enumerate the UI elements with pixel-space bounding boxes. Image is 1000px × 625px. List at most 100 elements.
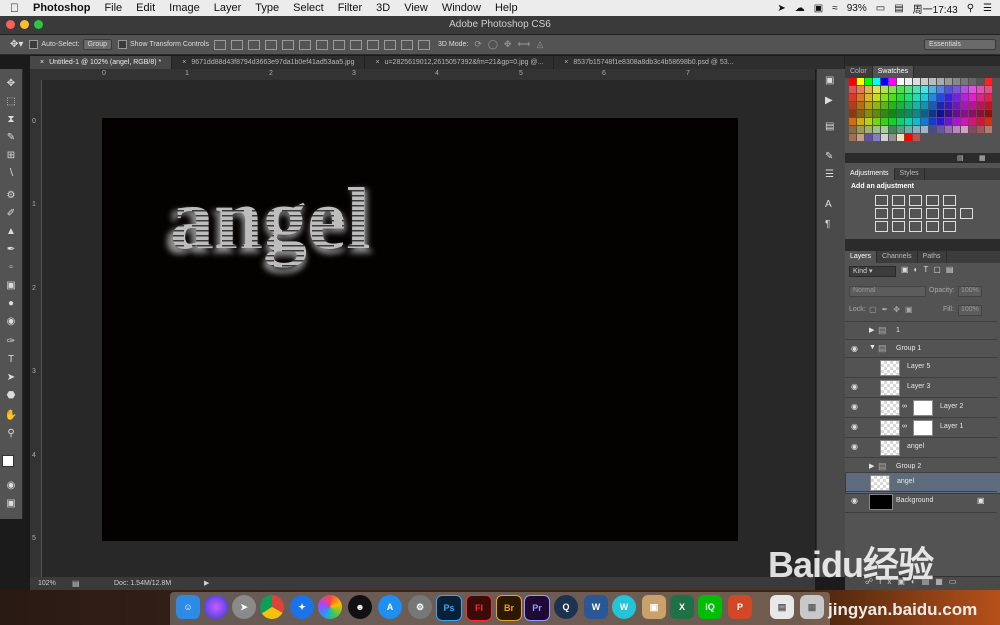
swatch[interactable]: [913, 102, 920, 109]
screen-mode-icon[interactable]: ▣: [3, 497, 19, 511]
menu-window[interactable]: Window: [435, 2, 488, 14]
swatch[interactable]: [929, 102, 936, 109]
close-tab-icon[interactable]: ×: [182, 59, 186, 66]
cloud-icon[interactable]: ☁: [795, 3, 805, 14]
swatch[interactable]: [969, 94, 976, 101]
swatch[interactable]: [881, 134, 888, 141]
tab-styles[interactable]: Styles: [895, 168, 925, 180]
hand-tool-icon[interactable]: ✋: [3, 409, 19, 423]
swatch[interactable]: [873, 78, 880, 85]
archive-icon[interactable]: ▣: [642, 595, 666, 619]
swatch[interactable]: [873, 102, 880, 109]
launchpad-icon[interactable]: ➤: [232, 595, 256, 619]
history-icon[interactable]: ▣: [825, 75, 834, 86]
swatch[interactable]: [961, 78, 968, 85]
distribute-right-icon[interactable]: [401, 39, 413, 50]
opacity-field[interactable]: 100%: [958, 286, 982, 297]
swatch[interactable]: [913, 110, 920, 117]
swatch[interactable]: [961, 102, 968, 109]
menu-image[interactable]: Image: [162, 2, 207, 14]
swatch[interactable]: [937, 94, 944, 101]
zoom-tool-icon[interactable]: ⚲: [3, 427, 19, 441]
swatch[interactable]: [897, 102, 904, 109]
swatch[interactable]: [913, 134, 920, 141]
siri-icon[interactable]: [204, 595, 228, 619]
vibrance-icon[interactable]: [943, 195, 956, 206]
color-balance-icon[interactable]: [892, 208, 905, 219]
swatch[interactable]: [953, 126, 960, 133]
menu-app-name[interactable]: Photoshop: [26, 2, 97, 14]
move-tool-icon[interactable]: ✥: [3, 77, 19, 91]
swatch[interactable]: [849, 86, 856, 93]
align-top-icon[interactable]: [214, 39, 226, 50]
swatch[interactable]: [929, 86, 936, 93]
document-tab[interactable]: × Untitled-1 @ 102% (angel, RGB/8) *: [30, 56, 173, 69]
brightness-icon[interactable]: [875, 195, 888, 206]
swatch[interactable]: [865, 118, 872, 125]
status-menu-arrow-icon[interactable]: ▶: [204, 579, 209, 587]
clone-stamp-tool-icon[interactable]: ▲: [3, 225, 19, 239]
layer-mask-thumbnail[interactable]: [913, 420, 933, 436]
visibility-icon[interactable]: ◉: [851, 383, 859, 391]
swatch[interactable]: [937, 118, 944, 125]
swatch[interactable]: [905, 126, 912, 133]
swatch[interactable]: [945, 102, 952, 109]
system-preferences-icon[interactable]: ⚙: [408, 595, 432, 619]
auto-align-icon[interactable]: [418, 39, 430, 50]
menu-3d[interactable]: 3D: [369, 2, 397, 14]
swatch[interactable]: [969, 126, 976, 133]
share-icon[interactable]: ▤: [72, 579, 80, 588]
quick-select-tool-icon[interactable]: ✎: [3, 131, 19, 145]
swatch[interactable]: [929, 126, 936, 133]
swatch[interactable]: [921, 110, 928, 117]
swatch[interactable]: [905, 134, 912, 141]
swatch[interactable]: [865, 86, 872, 93]
chrome-icon[interactable]: [260, 595, 284, 619]
fill-field[interactable]: 100%: [958, 305, 982, 316]
swatch[interactable]: [961, 86, 968, 93]
layer-filter-kind[interactable]: Kind ▾: [849, 266, 896, 277]
swatch[interactable]: [913, 126, 920, 133]
slide-3d-icon[interactable]: ⟷: [518, 39, 531, 50]
swatch[interactable]: [913, 86, 920, 93]
menu-help[interactable]: Help: [488, 2, 525, 14]
swatch[interactable]: [913, 78, 920, 85]
swatch[interactable]: [929, 110, 936, 117]
swatch[interactable]: [865, 126, 872, 133]
swatch[interactable]: [969, 102, 976, 109]
align-hcenter-icon[interactable]: [282, 39, 294, 50]
swatch[interactable]: [977, 102, 984, 109]
distribute-left-icon[interactable]: [367, 39, 379, 50]
swatch[interactable]: [905, 118, 912, 125]
iqiyi-icon[interactable]: iQ: [698, 595, 722, 619]
black-white-icon[interactable]: [909, 208, 922, 219]
swatch[interactable]: [921, 118, 928, 125]
distribute-top-icon[interactable]: [316, 39, 328, 50]
new-swatch-icon[interactable]: ▤: [957, 154, 964, 162]
distribute-bottom-icon[interactable]: [350, 39, 362, 50]
eyedropper-tool-icon[interactable]: ∖: [3, 167, 19, 181]
swatch[interactable]: [897, 134, 904, 141]
collapse-arrow-icon[interactable]: ▼: [869, 344, 876, 351]
tab-color[interactable]: Color: [845, 66, 873, 78]
notification-icon[interactable]: ☰: [983, 3, 992, 14]
swatch[interactable]: [977, 94, 984, 101]
swatch[interactable]: [849, 118, 856, 125]
swatch[interactable]: [849, 94, 856, 101]
swatch[interactable]: [945, 94, 952, 101]
swatch[interactable]: [889, 134, 896, 141]
swatch[interactable]: [937, 102, 944, 109]
swatch[interactable]: [953, 118, 960, 125]
wps-icon[interactable]: W: [612, 595, 636, 619]
photos-icon[interactable]: [318, 595, 342, 619]
swatch[interactable]: [945, 118, 952, 125]
swatch[interactable]: [897, 118, 904, 125]
swatch[interactable]: [849, 110, 856, 117]
swatch[interactable]: [961, 110, 968, 117]
document-tab[interactable]: × 9671dd88d43f8794d3663e97da1b0ef41ad53aa…: [172, 56, 366, 69]
trash-icon[interactable]: ▦: [800, 595, 824, 619]
swatch[interactable]: [961, 118, 968, 125]
auto-select-checkbox[interactable]: [29, 40, 39, 49]
layer-row[interactable]: ◉ ∞ Layer 2: [845, 397, 997, 418]
swatch[interactable]: [921, 126, 928, 133]
